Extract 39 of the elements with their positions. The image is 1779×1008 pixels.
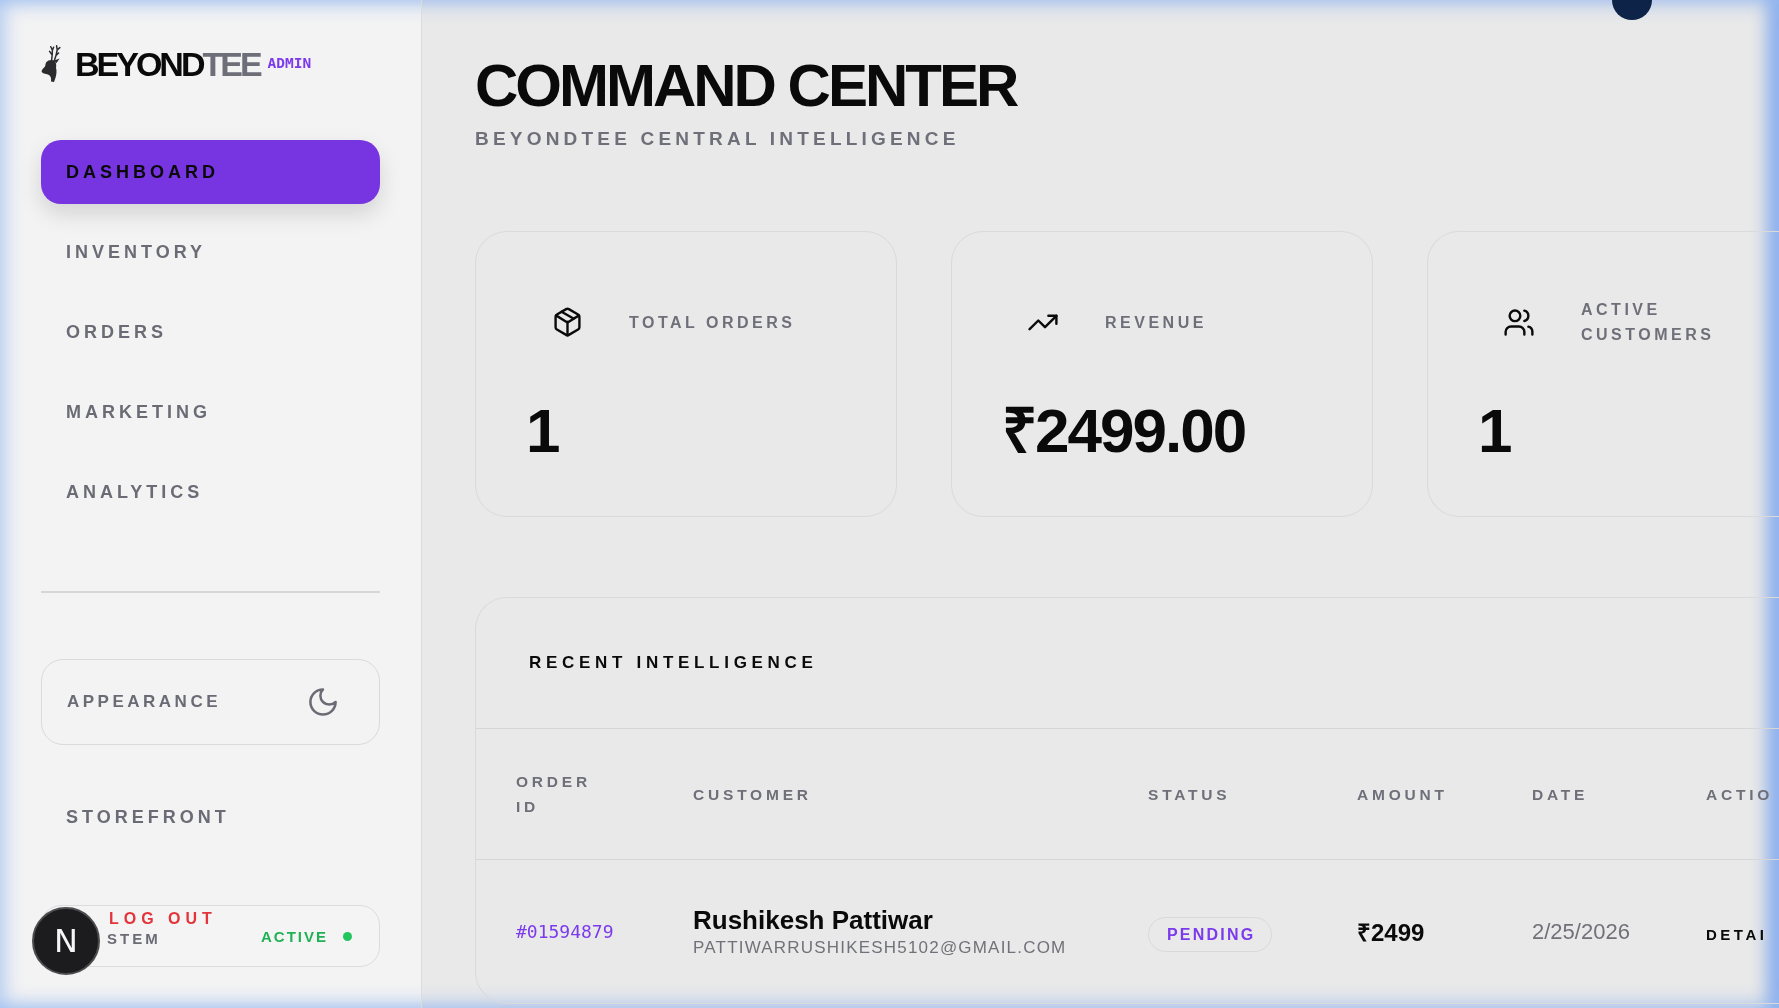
page-subtitle: BEYONDTEE CENTRAL INTELLIGENCE — [475, 127, 961, 150]
package-icon — [553, 307, 581, 337]
storefront-link[interactable]: STOREFRONT — [41, 785, 380, 849]
initial-button[interactable]: N — [32, 907, 100, 975]
nav-item[interactable]: DASHBOARD — [41, 140, 380, 204]
stat-label: ACTIVE CUSTOMERS — [1581, 300, 1716, 345]
nav-item[interactable]: ORDERS — [41, 300, 380, 364]
order-date: 2/25/2026 — [1532, 918, 1630, 945]
appearance-toggle[interactable]: APPEARANCE — [41, 659, 380, 745]
nav-item[interactable]: ANALYTICS — [41, 460, 380, 524]
trend-up-icon — [1028, 313, 1058, 331]
nav-item[interactable]: INVENTORY — [41, 220, 380, 284]
column-header: STATUS — [1148, 784, 1231, 805]
order-id: #01594879 — [516, 921, 614, 942]
order-amount: ₹2499 — [1357, 918, 1425, 948]
column-header: ORDER ID — [516, 772, 592, 817]
status-label: STEM — [107, 930, 161, 946]
stat-value: 1 — [526, 400, 560, 462]
stat-label: TOTAL ORDERS — [629, 312, 797, 333]
stat-value: ₹2499.00 — [1002, 400, 1247, 462]
stat-label: REVENUE — [1105, 312, 1208, 333]
status-text: ACTIVE — [261, 928, 328, 944]
table-title: RECENT INTELLIGENCE — [529, 653, 818, 673]
column-header: DATE — [1532, 784, 1589, 805]
column-header: AMOUNT — [1357, 784, 1448, 805]
customer-email: PATTIWARRUSHIKESH5102@GMAIL.COM — [693, 938, 1067, 958]
column-header: ACTIO — [1706, 784, 1774, 805]
stat-value: 1 — [1478, 400, 1512, 462]
logout-button[interactable]: LOG OUT — [109, 911, 217, 927]
customer-name: Rushikesh Pattiwar — [693, 905, 933, 936]
nav-item[interactable]: MARKETING — [41, 380, 380, 444]
admin-label: ADMIN — [267, 56, 312, 71]
moon-icon — [309, 688, 337, 716]
brand-name: BEYONDTEE — [75, 46, 260, 81]
details-link[interactable]: DETAI — [1706, 926, 1768, 943]
people-icon — [1504, 308, 1534, 336]
deer-icon — [41, 45, 61, 82]
column-header: CUSTOMER — [693, 784, 812, 805]
page-title: COMMAND CENTER — [475, 56, 1018, 116]
